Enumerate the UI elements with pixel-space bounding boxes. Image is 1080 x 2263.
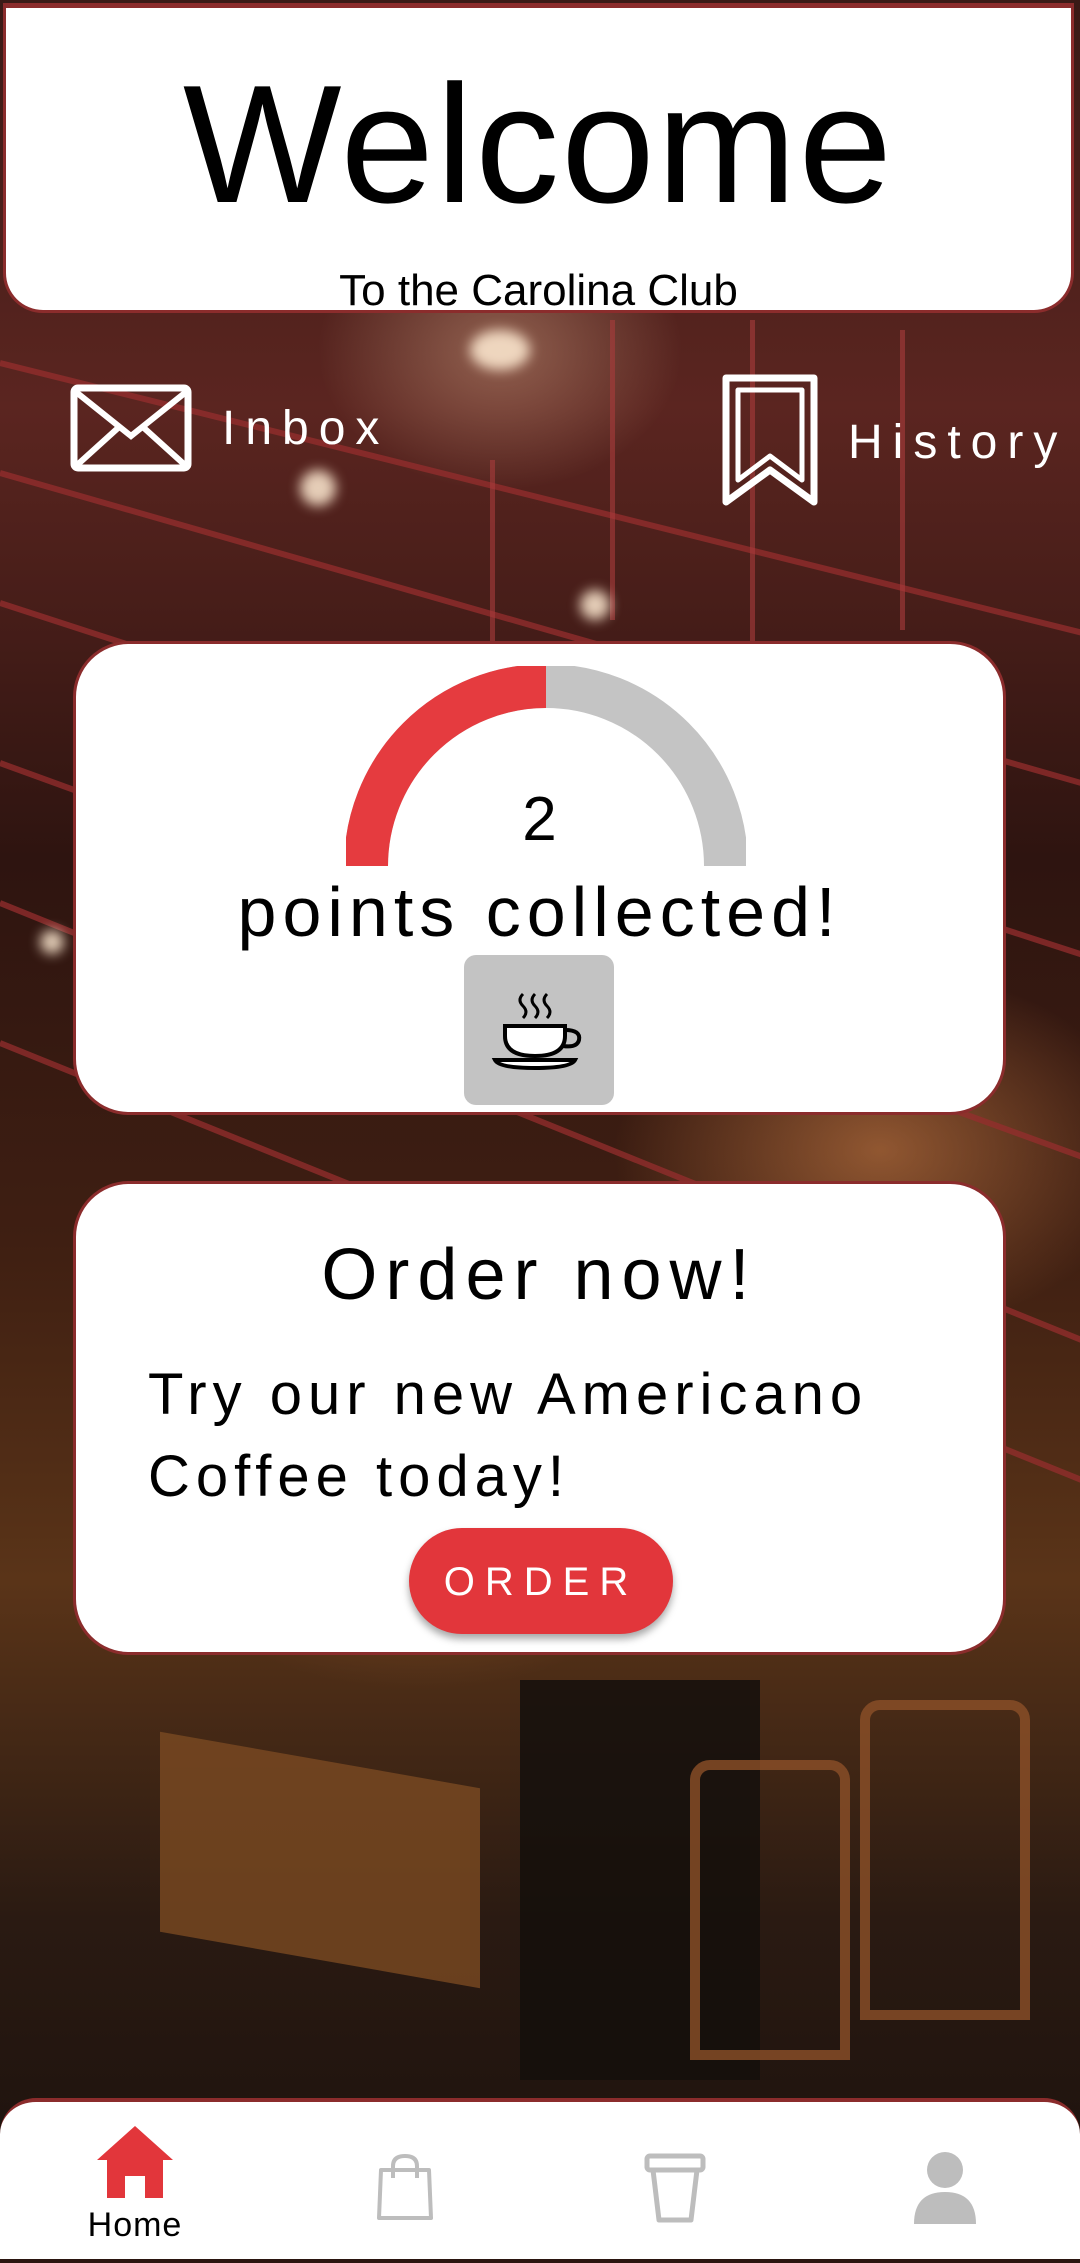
home-icon bbox=[97, 2126, 173, 2198]
promo-text-line2: Coffee today! bbox=[148, 1444, 570, 1509]
promo-text: Try our new Americano Coffee today! bbox=[148, 1354, 968, 1518]
cafe-background-image bbox=[0, 0, 1080, 2259]
bookmark-icon bbox=[722, 374, 818, 506]
points-card: 2 points collected! bbox=[73, 641, 1006, 1115]
inbox-label: Inbox bbox=[222, 401, 390, 455]
coffee-cup-icon bbox=[491, 992, 582, 1070]
reward-tile[interactable] bbox=[464, 955, 614, 1105]
shopping-bag-icon bbox=[377, 2153, 433, 2220]
order-promo-card: Order now! Try our new Americano Coffee … bbox=[73, 1181, 1006, 1655]
envelope-icon bbox=[70, 384, 192, 472]
nav-item-orders[interactable] bbox=[590, 2102, 760, 2263]
history-label: History bbox=[848, 415, 1068, 469]
history-link[interactable]: History bbox=[718, 372, 1067, 512]
promo-text-line1: Try our new Americano bbox=[148, 1362, 869, 1427]
user-icon bbox=[914, 2152, 976, 2224]
order-button[interactable]: ORDER bbox=[409, 1528, 673, 1634]
points-label: points collected! bbox=[237, 873, 842, 951]
welcome-header: Welcome To the Carolina Club bbox=[3, 3, 1074, 315]
inbox-link[interactable]: Inbox bbox=[70, 384, 389, 472]
nav-label-home: Home bbox=[87, 2206, 183, 2244]
page-title: Welcome bbox=[182, 50, 895, 238]
bottom-nav: Home bbox=[0, 2098, 1080, 2259]
cup-icon bbox=[644, 2153, 706, 2223]
page-subtitle: To the Carolina Club bbox=[339, 266, 738, 315]
nav-item-profile[interactable] bbox=[860, 2102, 1030, 2263]
nav-item-home[interactable]: Home bbox=[50, 2102, 220, 2263]
points-value: 2 bbox=[522, 785, 557, 854]
nav-item-shop[interactable] bbox=[320, 2102, 490, 2263]
promo-title: Order now! bbox=[321, 1235, 758, 1315]
